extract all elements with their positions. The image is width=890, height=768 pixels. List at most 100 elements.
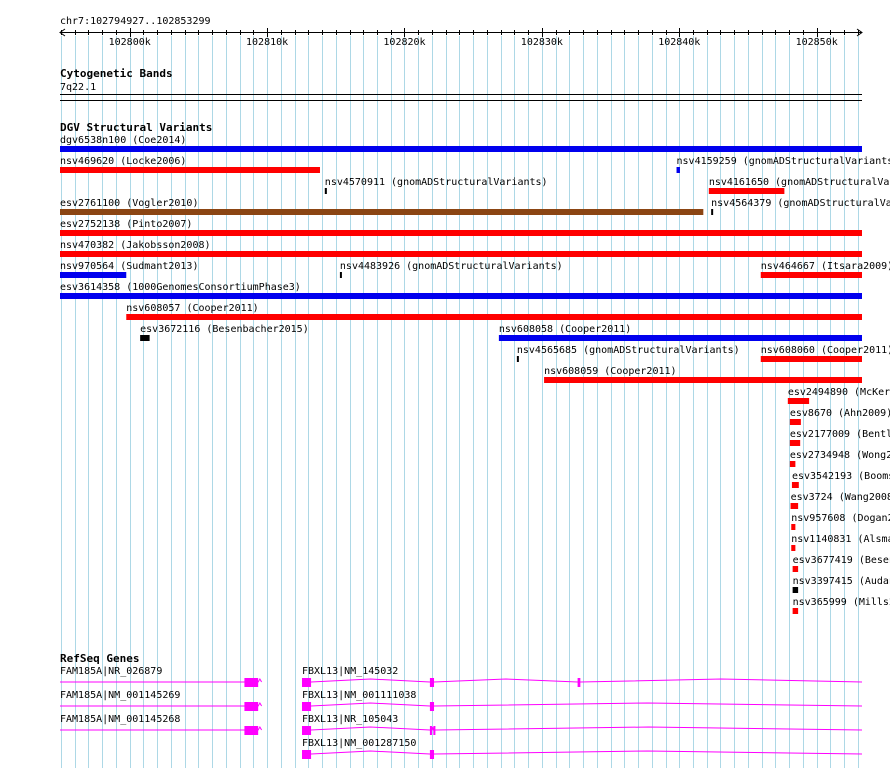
dgv-feature[interactable]: esv3542193 (Booms <box>791 471 890 488</box>
refseq-transcript[interactable]: FBXL13|NR_105043 <box>301 714 863 735</box>
dgv-feature-bar[interactable] <box>789 419 801 425</box>
refseq-exon[interactable] <box>244 678 259 687</box>
dgv-feature[interactable]: esv3677419 (Besen <box>792 555 890 572</box>
refseq-exon[interactable] <box>301 678 312 687</box>
refseq-transcript-label: FBXL13|NM_001111038 <box>302 690 416 701</box>
refseq-exon[interactable] <box>429 750 435 759</box>
coordinate-ruler[interactable]: chr7:102794927..102853299 102800k 102810k… <box>59 16 863 48</box>
dgv-feature-bar[interactable] <box>760 272 862 278</box>
dgv-feature-label: esv2177009 (Bentl <box>790 429 890 440</box>
dgv-feature-bar[interactable] <box>60 146 862 152</box>
dgv-feature[interactable]: dgv6538n100 (Coe2014) <box>60 135 862 152</box>
dgv-feature-bar[interactable] <box>339 272 342 278</box>
dgv-feature-bar[interactable] <box>792 566 799 572</box>
dgv-feature-bar[interactable] <box>760 356 862 362</box>
dgv-feature[interactable]: nsv469620 (Locke2006) <box>60 156 320 173</box>
dgv-track[interactable]: DGV Structural Variants dgv6538n100 (Coe… <box>60 121 890 614</box>
refseq-transcript-label: FBXL13|NM_145032 <box>302 666 398 677</box>
refseq-exon[interactable] <box>433 726 436 735</box>
dgv-feature[interactable]: esv2494890 (McKern <box>787 387 890 404</box>
dgv-feature[interactable]: nsv4161650 (gnomADStructuralVariants) <box>708 177 890 194</box>
dgv-feature-bar[interactable] <box>676 167 680 173</box>
dgv-feature-bar[interactable] <box>789 461 796 467</box>
dgv-feature-bar[interactable] <box>126 314 862 320</box>
refseq-exon[interactable] <box>301 750 312 759</box>
genome-browser-view[interactable]: chr7:102794927..102853299 102800k 102810k… <box>0 0 890 768</box>
dgv-feature[interactable]: nsv957608 (Dogan2 <box>791 513 890 530</box>
dgv-features[interactable]: dgv6538n100 (Coe2014) nsv469620 (Locke200… <box>60 135 890 614</box>
refseq-transcript[interactable]: FAM185A|NM_001145269 <box>60 690 263 711</box>
dgv-feature[interactable]: nsv4565685 (gnomADStructuralVariants) <box>516 345 740 362</box>
refseq-exon[interactable] <box>429 678 435 687</box>
refseq-exon[interactable] <box>301 726 312 735</box>
dgv-feature[interactable]: esv2761100 (Vogler2010) <box>60 198 704 215</box>
dgv-feature-bar[interactable] <box>60 230 862 236</box>
dgv-feature[interactable]: esv2177009 (Bentl <box>789 429 890 446</box>
refseq-track[interactable]: RefSeq Genes FAM185A|NR_026879 FAM185A|NM… <box>60 652 863 759</box>
refseq-features[interactable]: FAM185A|NR_026879 FAM185A|NM_001145269 FAM… <box>60 666 863 759</box>
dgv-feature[interactable]: nsv608058 (Cooper2011) <box>498 324 862 341</box>
dgv-feature[interactable]: nsv1140831 (Alsma <box>791 534 890 551</box>
dgv-feature[interactable]: esv3724 (Wang2008 <box>790 492 890 509</box>
dgv-feature-bar[interactable] <box>60 293 862 299</box>
dgv-feature-bar[interactable] <box>544 377 862 383</box>
dgv-feature-bar[interactable] <box>324 188 327 194</box>
ruler-ticks: 102800k 102810k 102820k 102830k 102840k 10285… <box>59 28 863 48</box>
dgv-feature[interactable]: nsv608059 (Cooper2011) <box>544 366 862 383</box>
dgv-feature-bar[interactable] <box>60 209 704 215</box>
dgv-feature-bar[interactable] <box>791 482 799 488</box>
dgv-feature[interactable]: nsv4159259 (gnomADStructuralVariants) <box>676 156 890 173</box>
refseq-exon[interactable] <box>429 702 435 711</box>
ruler-tick-label: 102840k <box>658 37 700 48</box>
dgv-feature-bar[interactable] <box>60 167 320 173</box>
dgv-feature-bar[interactable] <box>789 440 801 446</box>
refseq-exon[interactable] <box>244 702 259 711</box>
dgv-feature[interactable]: nsv3397415 (Audan <box>792 576 890 593</box>
dgv-feature-label: esv2734948 (Wong2 <box>790 450 890 461</box>
dgv-feature[interactable]: esv2734948 (Wong2 <box>789 450 890 467</box>
dgv-feature-label: esv2494890 (McKern <box>788 387 890 398</box>
dgv-feature-bar[interactable] <box>516 356 519 362</box>
dgv-feature-bar[interactable] <box>791 524 796 530</box>
refseq-exon[interactable] <box>244 726 259 735</box>
dgv-feature[interactable]: esv8670 (Ahn2009) <box>789 408 890 425</box>
dgv-feature-label: nsv608057 (Cooper2011) <box>126 303 258 314</box>
refseq-transcript[interactable]: FBXL13|NM_145032 <box>301 666 863 687</box>
refseq-exon[interactable] <box>301 702 312 711</box>
dgv-feature[interactable]: esv3672116 (Besenbacher2015) <box>140 324 309 341</box>
dgv-feature[interactable]: nsv4564379 (gnomADStructuralVariants) <box>711 198 890 215</box>
refseq-transcript-label: FAM185A|NM_001145268 <box>60 714 180 725</box>
dgv-feature-bar[interactable] <box>711 209 714 215</box>
dgv-feature-bar[interactable] <box>791 545 796 551</box>
refseq-transcript[interactable]: FAM185A|NR_026879 <box>60 666 263 687</box>
refseq-transcript[interactable]: FAM185A|NM_001145268 <box>60 714 263 735</box>
dgv-feature-bar[interactable] <box>60 251 862 257</box>
refseq-exon[interactable] <box>577 678 581 687</box>
dgv-feature[interactable]: nsv470382 (Jakobsson2008) <box>60 240 862 257</box>
refseq-intron-line <box>60 677 263 683</box>
dgv-feature[interactable]: nsv608057 (Cooper2011) <box>126 303 862 320</box>
refseq-exon[interactable] <box>429 726 432 735</box>
refseq-transcript[interactable]: FBXL13|NM_001111038 <box>301 690 863 711</box>
dgv-feature[interactable]: nsv464667 (Itsara2009) <box>760 261 890 278</box>
dgv-feature[interactable]: esv2752138 (Pinto2007) <box>60 219 862 236</box>
dgv-feature[interactable]: nsv4483926 (gnomADStructuralVariants) <box>339 261 563 278</box>
dgv-feature-bar[interactable] <box>790 503 799 509</box>
dgv-feature[interactable]: nsv608060 (Cooper2011) <box>760 345 890 362</box>
dgv-feature-label: nsv4570911 (gnomADStructuralVariants) <box>325 177 548 188</box>
dgv-feature-bar[interactable] <box>60 272 127 278</box>
dgv-feature-bar[interactable] <box>792 608 799 614</box>
dgv-feature[interactable]: nsv970564 (Sudmant2013) <box>60 261 198 278</box>
dgv-feature-bar[interactable] <box>498 335 862 341</box>
dgv-feature-bar[interactable] <box>792 587 799 593</box>
dgv-feature-bar[interactable] <box>708 188 785 194</box>
dgv-feature-label: nsv4161650 (gnomADStructuralVariants) <box>709 177 890 188</box>
refseq-transcript[interactable]: FBXL13|NM_001287150 <box>301 738 863 759</box>
dgv-feature-bar[interactable] <box>140 335 150 341</box>
dgv-feature[interactable]: nsv365999 (Mills2 <box>792 597 890 614</box>
dgv-feature[interactable]: esv3614358 (1000GenomesConsortiumPhase3) <box>60 282 862 299</box>
track-canvas[interactable]: chr7:102794927..102853299 102800k 102810k… <box>0 0 890 768</box>
dgv-feature-label: nsv4564379 (gnomADStructuralVariants) <box>711 198 890 209</box>
dgv-feature-label: esv8670 (Ahn2009) <box>790 408 890 419</box>
dgv-feature-bar[interactable] <box>787 398 810 404</box>
